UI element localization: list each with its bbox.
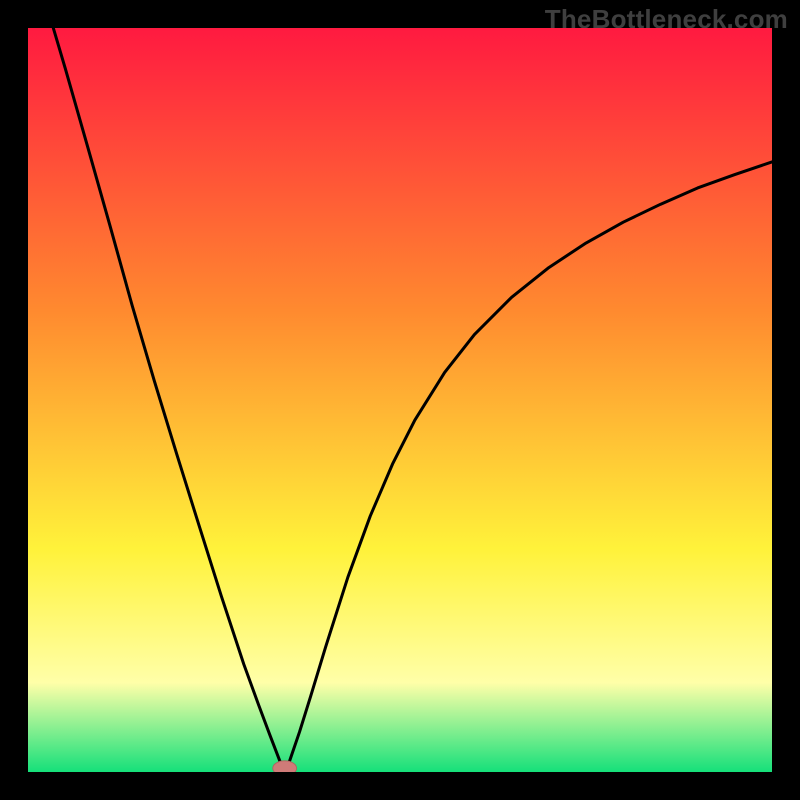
gradient-background [28, 28, 772, 772]
bottleneck-chart [28, 28, 772, 772]
optimal-point-marker [273, 761, 297, 772]
app-frame: TheBottleneck.com [0, 0, 800, 800]
plot-container [28, 28, 772, 772]
